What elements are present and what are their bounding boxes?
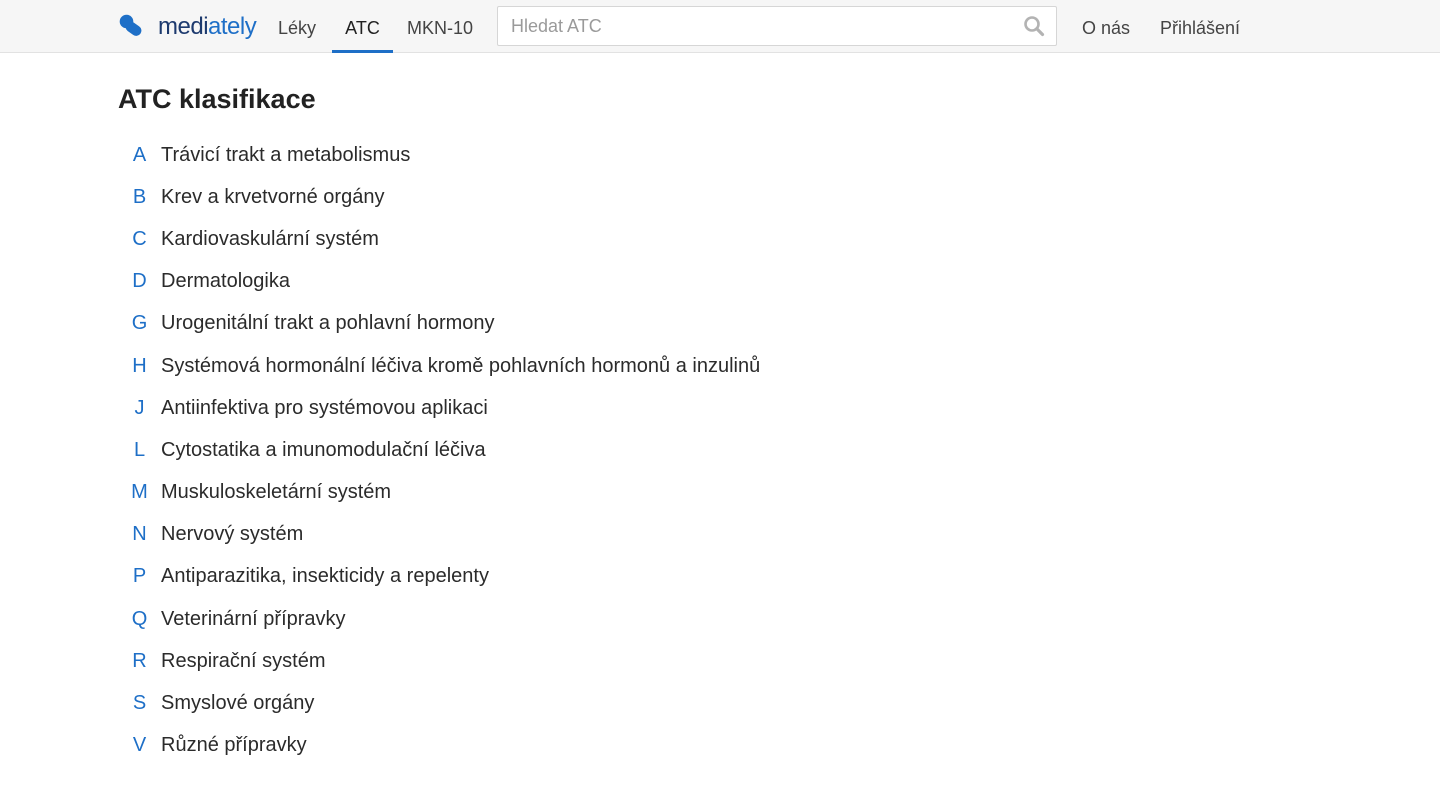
atc-group-name[interactable]: Urogenitální trakt a pohlavní hormony	[161, 312, 495, 335]
atc-code: Q	[131, 607, 148, 630]
atc-group-name[interactable]: Antiinfektiva pro systémovou aplikaci	[161, 397, 488, 420]
atc-group-name[interactable]: Muskuloskeletární systém	[161, 481, 391, 504]
atc-code: C	[132, 227, 147, 250]
atc-group-name[interactable]: Antiparazitika, insekticidy a repelenty	[161, 565, 489, 588]
atc-code: H	[132, 354, 147, 377]
atc-code: B	[132, 185, 147, 208]
atc-code: L	[133, 438, 146, 461]
page-title: ATC klasifikace	[118, 84, 316, 114]
search-input[interactable]	[498, 7, 1021, 45]
atc-group-item[interactable]: L Cytostatika a imunomodulační léčiva	[118, 429, 760, 471]
top-navigation-bar: mediately Léky ATC MKN-10 O nás Přihláše…	[0, 0, 1440, 53]
nav-tab-atc[interactable]: ATC	[332, 0, 393, 53]
atc-code: D	[132, 270, 147, 293]
nav-tab-leky[interactable]: Léky	[265, 0, 329, 53]
atc-code: A	[132, 143, 147, 166]
atc-group-name[interactable]: Různé přípravky	[161, 734, 307, 757]
atc-group-item[interactable]: N Nervový systém	[118, 514, 760, 556]
atc-group-name[interactable]: Kardiovaskulární systém	[161, 228, 379, 251]
atc-code: S	[132, 692, 147, 715]
atc-group-item[interactable]: P Antiparazitika, insekticidy a repelenty	[118, 556, 760, 598]
atc-code: R	[132, 649, 147, 672]
atc-group-name[interactable]: Smyslové orgány	[161, 692, 314, 715]
atc-group-name[interactable]: Veterinární přípravky	[161, 608, 346, 631]
mediately-logo[interactable]: mediately	[118, 12, 257, 42]
nav-link-login[interactable]: Přihlášení	[1150, 0, 1250, 53]
atc-code: J	[134, 396, 145, 419]
search-icon[interactable]	[1023, 15, 1045, 37]
atc-group-item[interactable]: C Kardiovaskulární systém	[118, 218, 760, 260]
atc-group-item[interactable]: G Urogenitální trakt a pohlavní hormony	[118, 303, 760, 345]
atc-code: M	[131, 481, 148, 504]
atc-group-name[interactable]: Dermatologika	[161, 270, 290, 293]
nav-tab-mkn-10[interactable]: MKN-10	[396, 0, 484, 53]
atc-group-name[interactable]: Respirační systém	[161, 650, 326, 673]
atc-group-name[interactable]: Krev a krvetvorné orgány	[161, 186, 384, 209]
nav-link-about[interactable]: O nás	[1072, 0, 1140, 53]
pill-logo-icon	[119, 14, 142, 36]
atc-group-item[interactable]: B Krev a krvetvorné orgány	[118, 176, 760, 218]
atc-group-item[interactable]: D Dermatologika	[118, 261, 760, 303]
logo-wordmark: mediately	[158, 13, 257, 40]
atc-code: P	[132, 565, 147, 588]
atc-group-item[interactable]: Q Veterinární přípravky	[118, 598, 760, 640]
atc-group-item[interactable]: M Muskuloskeletární systém	[118, 472, 760, 514]
atc-group-item[interactable]: A Trávicí trakt a metabolismus	[118, 134, 760, 176]
atc-code: V	[132, 734, 147, 757]
search-box	[497, 6, 1057, 46]
atc-group-list: A Trávicí trakt a metabolismus B Krev a kr…	[118, 134, 760, 767]
atc-group-name[interactable]: Nervový systém	[161, 523, 303, 546]
atc-group-name[interactable]: Cytostatika a imunomodulační léčiva	[161, 439, 486, 462]
atc-group-item[interactable]: S Smyslové orgány	[118, 682, 760, 724]
atc-group-name[interactable]: Trávicí trakt a metabolismus	[161, 144, 410, 167]
atc-group-name[interactable]: Systémová hormonální léčiva kromě pohlav…	[161, 355, 760, 378]
atc-code: G	[131, 312, 148, 335]
atc-group-item[interactable]: V Různé přípravky	[118, 725, 760, 767]
atc-group-item[interactable]: J Antiinfektiva pro systémovou aplikaci	[118, 387, 760, 429]
atc-group-item[interactable]: R Respirační systém	[118, 640, 760, 682]
atc-group-item[interactable]: H Systémová hormonální léčiva kromě pohla…	[118, 345, 760, 387]
atc-code: N	[132, 523, 147, 546]
